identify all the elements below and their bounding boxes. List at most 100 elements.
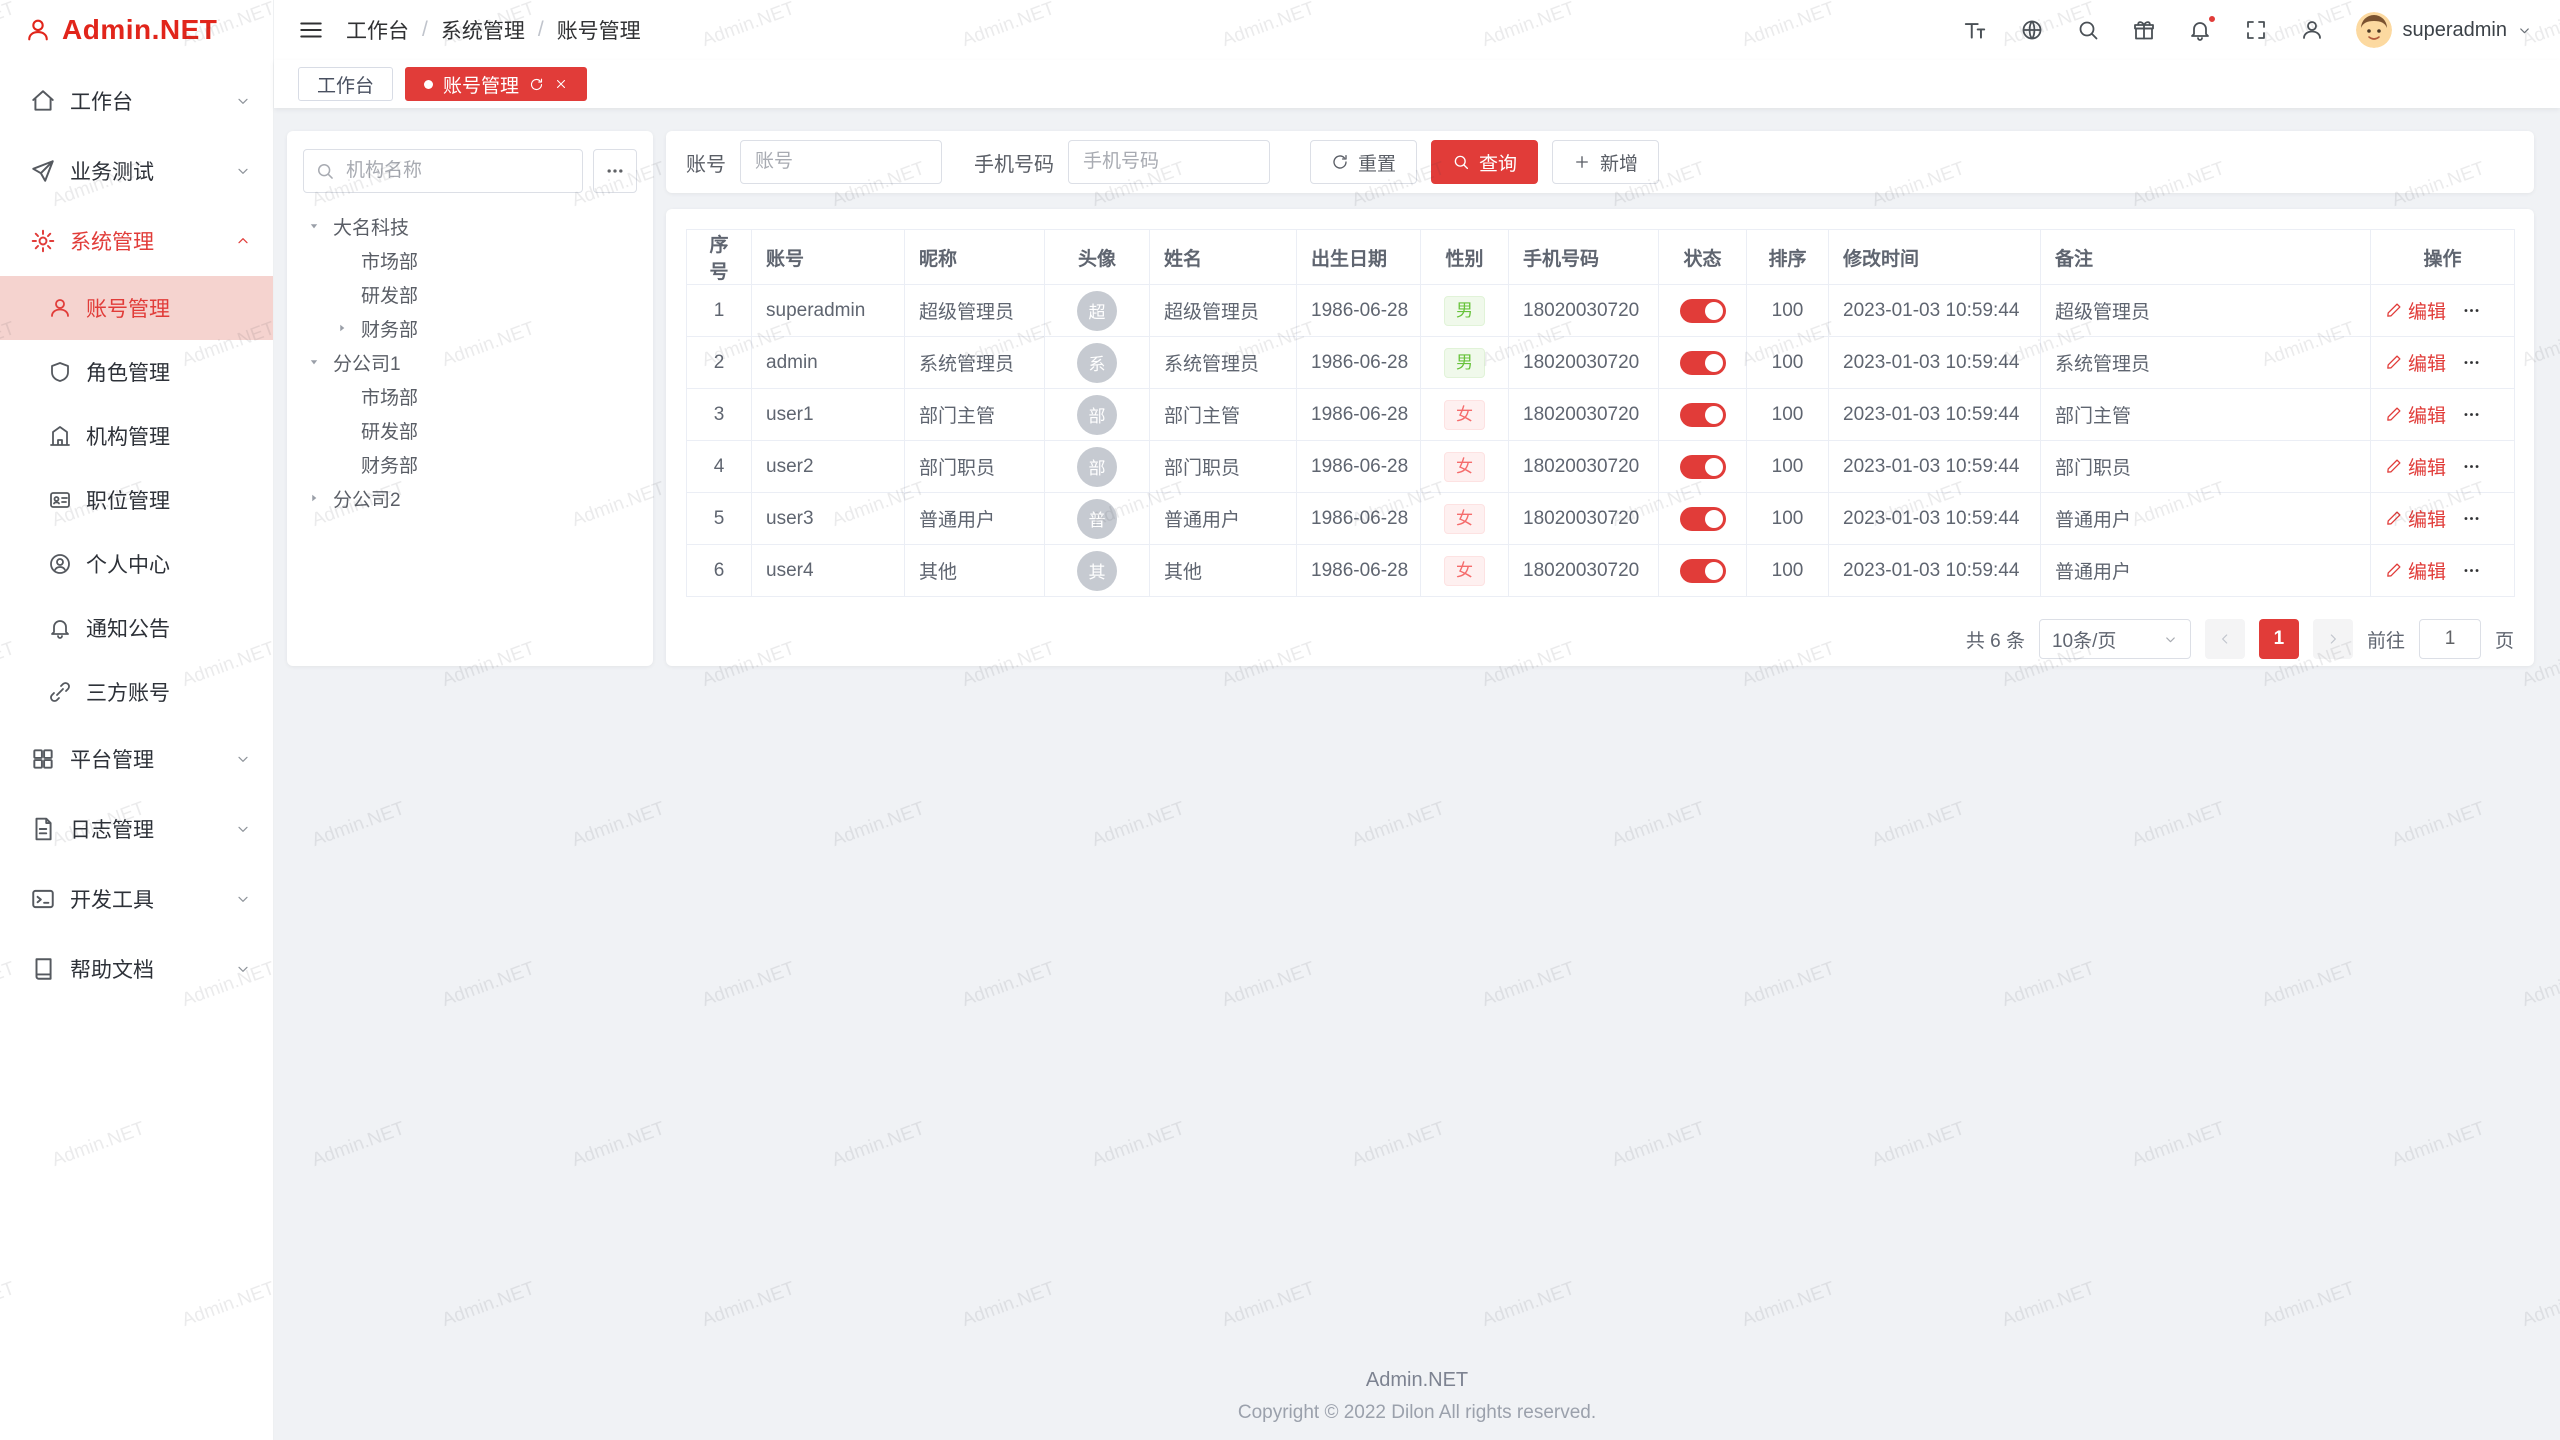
breadcrumb-item[interactable]: 工作台: [346, 15, 409, 45]
edit-button[interactable]: 编辑: [2385, 297, 2446, 324]
goto-label: 前往: [2367, 626, 2405, 653]
tree-node[interactable]: 研发部: [303, 413, 637, 447]
fullscreen-icon[interactable]: [2244, 18, 2268, 42]
chevron-down-icon: [2517, 23, 2532, 38]
more-actions-button[interactable]: [2462, 301, 2481, 320]
row-avatar: 部: [1077, 447, 1117, 487]
tree-node[interactable]: 分公司2: [303, 481, 637, 515]
add-button[interactable]: 新增: [1552, 140, 1659, 184]
prev-page-button[interactable]: [2205, 619, 2245, 659]
right-column: 账号 手机号码 重置 查询 新增: [666, 131, 2534, 666]
topbar-actions: superadmin: [1962, 12, 2532, 48]
row-avatar: 系: [1077, 343, 1117, 383]
user-icon: [48, 296, 72, 320]
cell-index: 3: [687, 389, 752, 441]
tree-node[interactable]: 财务部: [303, 311, 637, 345]
sidebar-item-notice[interactable]: 通知公告: [0, 596, 273, 660]
breadcrumb-item[interactable]: 账号管理: [557, 15, 641, 45]
tab-workbench[interactable]: 工作台: [298, 67, 393, 101]
chevron-down-icon: [235, 751, 251, 767]
tree-more-button[interactable]: [593, 149, 637, 193]
edit-button-label: 编辑: [2408, 297, 2446, 324]
page-size-select[interactable]: 10条/页: [2039, 619, 2191, 659]
sidebar-item-role-management[interactable]: 角色管理: [0, 340, 273, 404]
chevron-down-icon: [235, 821, 251, 837]
app-logo[interactable]: Admin.NET: [0, 0, 273, 60]
search-button[interactable]: 查询: [1431, 140, 1538, 184]
sidebar-item-workbench[interactable]: 工作台: [0, 66, 273, 136]
account-input[interactable]: [740, 140, 942, 184]
status-toggle[interactable]: [1680, 559, 1726, 583]
cell-nickname: 其他: [905, 545, 1045, 597]
breadcrumb-item[interactable]: 系统管理: [441, 15, 525, 45]
sidebar-item-business-test[interactable]: 业务测试: [0, 136, 273, 206]
status-toggle[interactable]: [1680, 455, 1726, 479]
more-actions-button[interactable]: [2462, 509, 2481, 528]
edit-button[interactable]: 编辑: [2385, 453, 2446, 480]
sidebar-item-help-docs[interactable]: 帮助文档: [0, 934, 273, 1004]
status-toggle[interactable]: [1680, 351, 1726, 375]
user-menu[interactable]: superadmin: [2356, 12, 2532, 48]
caret-right-icon[interactable]: [307, 490, 333, 506]
edit-button[interactable]: 编辑: [2385, 349, 2446, 376]
tree-node[interactable]: 市场部: [303, 243, 637, 277]
more-actions-button[interactable]: [2462, 561, 2481, 580]
caret-down-icon[interactable]: [307, 218, 333, 234]
sidebar-item-org-management[interactable]: 机构管理: [0, 404, 273, 468]
footer-copyright: Copyright © 2022 Dilon All rights reserv…: [274, 1402, 2560, 1424]
menu-collapse-icon[interactable]: [298, 17, 324, 43]
reset-button[interactable]: 重置: [1310, 140, 1417, 184]
cell-nickname: 普通用户: [905, 493, 1045, 545]
page-number-button[interactable]: 1: [2259, 619, 2299, 659]
sidebar-item-account-management[interactable]: 账号管理: [0, 276, 273, 340]
notification-bell-icon[interactable]: [2188, 18, 2212, 42]
next-page-button[interactable]: [2313, 619, 2353, 659]
edit-button[interactable]: 编辑: [2385, 401, 2446, 428]
more-actions-button[interactable]: [2462, 353, 2481, 372]
tree-node[interactable]: 分公司1: [303, 345, 637, 379]
profile-icon[interactable]: [2300, 18, 2324, 42]
edit-button[interactable]: 编辑: [2385, 557, 2446, 584]
column-header: 状态: [1659, 230, 1747, 285]
more-actions-button[interactable]: [2462, 457, 2481, 476]
tree-node[interactable]: 市场部: [303, 379, 637, 413]
caret-down-icon[interactable]: [307, 354, 333, 370]
font-size-icon[interactable]: [1962, 17, 1988, 43]
caret-right-icon[interactable]: [335, 320, 361, 336]
sidebar-item-system-management[interactable]: 系统管理: [0, 206, 273, 276]
id-card-icon: [48, 488, 72, 512]
search-icon[interactable]: [2076, 18, 2100, 42]
tab-close-icon[interactable]: [554, 77, 568, 91]
edit-button-label: 编辑: [2408, 453, 2446, 480]
sidebar-item-personal-center[interactable]: 个人中心: [0, 532, 273, 596]
goto-page-input[interactable]: [2419, 619, 2481, 659]
sidebar-item-dev-tools[interactable]: 开发工具: [0, 864, 273, 934]
sidebar-item-log-management[interactable]: 日志管理: [0, 794, 273, 864]
page-unit-label: 页: [2495, 626, 2514, 653]
tab-account-management[interactable]: 账号管理: [405, 67, 587, 101]
tab-refresh-icon[interactable]: [529, 77, 544, 92]
column-header: 头像: [1045, 230, 1150, 285]
tabs-bar: 工作台 账号管理: [274, 60, 2560, 108]
tree-node[interactable]: 财务部: [303, 447, 637, 481]
org-name-search-input[interactable]: [303, 149, 583, 193]
phone-input[interactable]: [1068, 140, 1270, 184]
tree-node[interactable]: 研发部: [303, 277, 637, 311]
cell-modify-time: 2023-01-03 10:59:44: [1829, 285, 2041, 337]
edit-button[interactable]: 编辑: [2385, 505, 2446, 532]
sidebar-item-platform-management[interactable]: 平台管理: [0, 724, 273, 794]
theme-icon[interactable]: [2132, 18, 2156, 42]
sidebar-item-label: 职位管理: [86, 485, 170, 515]
more-actions-button[interactable]: [2462, 405, 2481, 424]
tree-node[interactable]: 大名科技: [303, 209, 637, 243]
search-button-label: 查询: [1479, 149, 1517, 176]
edit-button-label: 编辑: [2408, 349, 2446, 376]
status-toggle[interactable]: [1680, 299, 1726, 323]
sidebar-item-position-management[interactable]: 职位管理: [0, 468, 273, 532]
globe-icon[interactable]: [2020, 18, 2044, 42]
gender-tag: 女: [1444, 504, 1485, 534]
cell-modify-time: 2023-01-03 10:59:44: [1829, 337, 2041, 389]
sidebar-item-third-party-account[interactable]: 三方账号: [0, 660, 273, 724]
status-toggle[interactable]: [1680, 507, 1726, 531]
status-toggle[interactable]: [1680, 403, 1726, 427]
